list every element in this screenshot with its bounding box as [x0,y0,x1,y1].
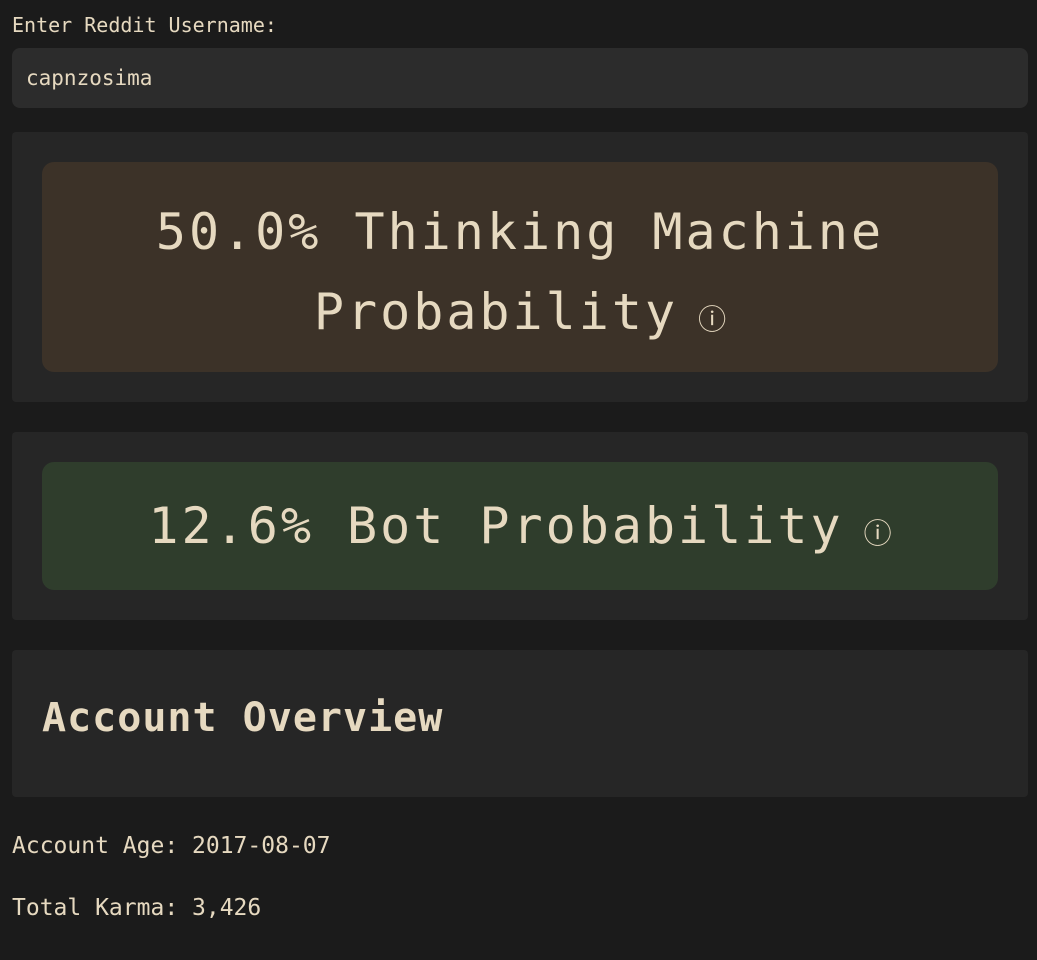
bot-probability-card: 12.6% Bot Probability ⓘ [42,462,998,590]
total-karma: Total Karma: 3,426 [12,895,262,921]
thinking-machine-panel: 50.0% Thinking Machine Probability ⓘ [12,132,1028,402]
thinking-machine-card: 50.0% Thinking Machine Probability ⓘ [42,162,998,372]
page: Enter Reddit Username: 50.0% Thinking Ma… [0,0,1037,960]
account-overview-title: Account Overview [42,695,444,741]
info-icon[interactable]: ⓘ [698,280,726,360]
username-input[interactable] [12,48,1028,108]
thinking-machine-probability-text: 50.0% Thinking Machine Probability [155,203,885,341]
bot-panel: 12.6% Bot Probability ⓘ [12,432,1028,620]
bot-probability-text: 12.6% Bot Probability [148,497,844,555]
username-label: Enter Reddit Username: [12,13,277,37]
info-icon[interactable]: ⓘ [864,470,892,598]
account-age: Account Age: 2017-08-07 [12,833,331,859]
account-overview-panel: Account Overview [12,650,1028,797]
